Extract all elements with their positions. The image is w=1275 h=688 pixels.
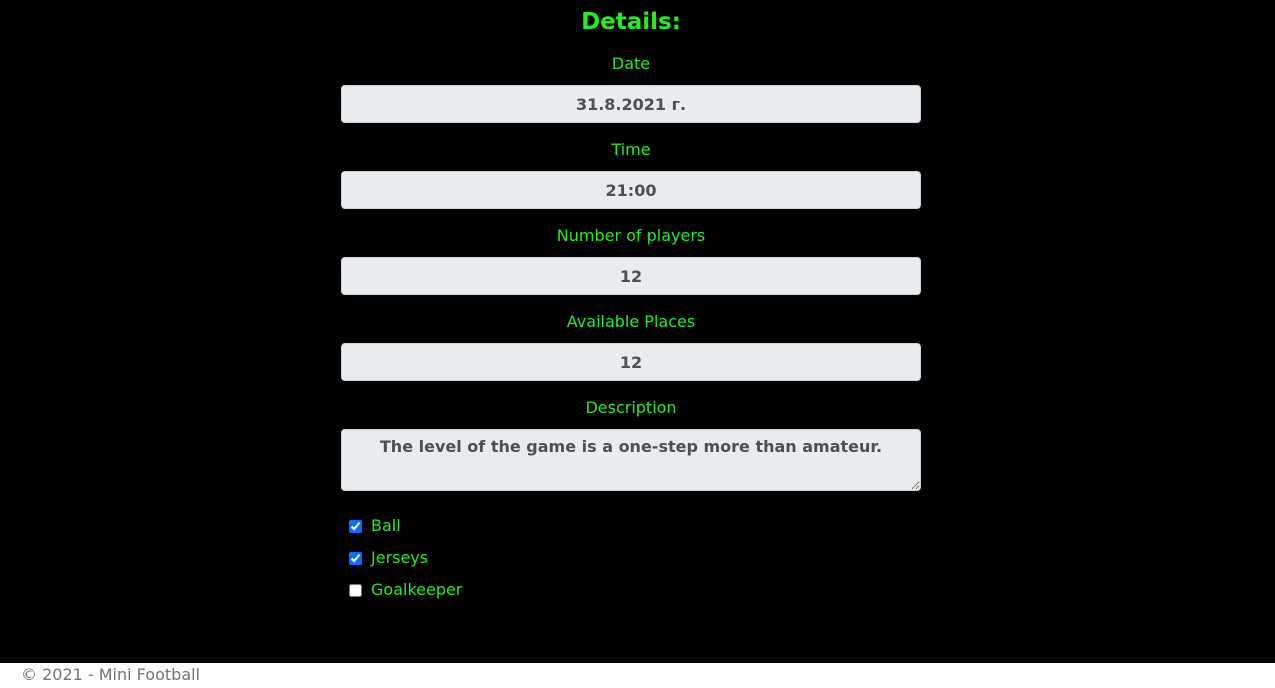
ball-checkbox[interactable] xyxy=(349,519,362,533)
jerseys-checkbox-label: Jerseys xyxy=(371,548,429,567)
ball-checkbox-label: Ball xyxy=(371,516,401,535)
goalkeeper-option[interactable]: Goalkeeper xyxy=(349,579,462,601)
date-field[interactable] xyxy=(341,85,921,123)
description-label: Description xyxy=(585,398,677,417)
time-field[interactable] xyxy=(341,171,921,209)
footer: © 2021 - Mini Football xyxy=(0,663,1275,688)
goalkeeper-checkbox[interactable] xyxy=(349,583,362,597)
available-places-field[interactable] xyxy=(341,343,921,381)
description-field[interactable]: The level of the game is a one-step more… xyxy=(341,429,921,491)
jerseys-checkbox[interactable] xyxy=(349,551,362,565)
page-title: Details: xyxy=(581,9,681,35)
date-label: Date xyxy=(611,54,651,73)
main-content: Details: Date Time Number of players Ava… xyxy=(0,0,1275,663)
time-label: Time xyxy=(611,140,651,159)
available-places-label: Available Places xyxy=(566,312,696,331)
goalkeeper-checkbox-label: Goalkeeper xyxy=(371,580,463,599)
players-label: Number of players xyxy=(556,226,706,245)
ball-option[interactable]: Ball xyxy=(349,515,401,537)
jerseys-option[interactable]: Jerseys xyxy=(349,547,428,569)
number-of-players-field[interactable] xyxy=(341,257,921,295)
footer-copyright: © 2021 - Mini Football xyxy=(21,665,201,684)
